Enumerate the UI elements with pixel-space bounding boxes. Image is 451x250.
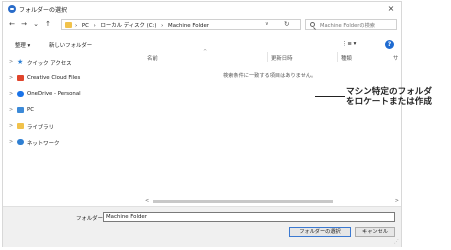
- search-icon: [310, 22, 315, 27]
- breadcrumb: › PC › ローカル ディスク (C:) › Machine Folder: [75, 21, 212, 29]
- dialog-footer: フォルダー: Machine Folder フォルダーの選択 キャンセル ⋰: [3, 206, 401, 247]
- annotation-callout: マシン特定のフォルダ をロケートまたは作成: [346, 87, 451, 107]
- scroll-right-icon[interactable]: >: [395, 198, 399, 204]
- column-header-name[interactable]: 名前: [147, 54, 158, 62]
- back-arrow-icon[interactable]: ←: [7, 19, 17, 29]
- creative-cloud-icon: [17, 75, 24, 81]
- chevron-right-icon[interactable]: >: [9, 107, 13, 113]
- refresh-icon[interactable]: ↻: [284, 20, 289, 28]
- chevron-right-icon[interactable]: >: [9, 59, 13, 65]
- empty-message: 検索条件に一致する項目はありません。: [223, 73, 317, 79]
- navigation-pane: > ★ クイック アクセス > Creative Cloud Files > O…: [3, 56, 138, 196]
- organize-button[interactable]: 整理 ▾: [15, 41, 30, 49]
- new-folder-button[interactable]: 新しいフォルダー: [49, 41, 92, 49]
- cancel-button[interactable]: キャンセル: [355, 227, 395, 237]
- folder-field-label: フォルダー:: [76, 216, 105, 222]
- breadcrumb-machine-folder[interactable]: Machine Folder: [168, 23, 209, 29]
- breadcrumb-pc[interactable]: PC: [82, 23, 89, 29]
- library-icon: [17, 123, 24, 129]
- network-icon: [17, 139, 24, 145]
- window-title: フォルダーの選択: [19, 7, 68, 14]
- chevron-right-icon[interactable]: >: [9, 123, 13, 129]
- chevron-right-icon[interactable]: >: [9, 75, 13, 81]
- column-header-type[interactable]: 種類: [341, 54, 352, 62]
- select-folder-button[interactable]: フォルダーの選択: [289, 227, 351, 237]
- title-bar: フォルダーの選択 ×: [3, 2, 401, 16]
- folder-icon: [65, 22, 72, 28]
- sidebar-item-label: クイック アクセス: [27, 61, 72, 67]
- sidebar-item-label: Creative Cloud Files: [27, 75, 81, 81]
- sidebar-item-label: ネットワーク: [27, 141, 60, 147]
- column-header-date-modified[interactable]: 更新日時: [271, 54, 293, 62]
- sidebar-item-label: ライブラリ: [27, 125, 54, 131]
- breadcrumb-local-disk[interactable]: ローカル ディスク (C:): [100, 23, 156, 29]
- up-arrow-icon[interactable]: ↑: [43, 19, 53, 29]
- chevron-right-icon[interactable]: >: [9, 91, 13, 97]
- chevron-down-icon[interactable]: ∨: [265, 21, 269, 27]
- recent-locations-icon[interactable]: ⌄: [31, 19, 41, 29]
- column-divider[interactable]: [337, 52, 338, 62]
- forward-arrow-icon[interactable]: →: [19, 19, 29, 29]
- resize-grip-icon[interactable]: ⋰: [394, 239, 399, 245]
- scrollbar-thumb[interactable]: [153, 200, 333, 203]
- help-icon[interactable]: ?: [385, 40, 394, 49]
- column-divider[interactable]: [267, 52, 268, 62]
- breadcrumb-separator: ›: [161, 23, 164, 29]
- star-icon: ★: [17, 58, 24, 66]
- search-placeholder: Machine Folderの検索: [320, 23, 375, 29]
- view-options-button[interactable]: ⋮≡ ▾: [342, 41, 356, 47]
- annotation-leader-line: [315, 96, 345, 97]
- breadcrumb-separator: ›: [75, 23, 78, 29]
- app-icon: [8, 5, 16, 13]
- file-list: 名前 ^ 更新日時 種類 サ 検索条件に一致する項目はありません。: [143, 49, 401, 195]
- breadcrumb-separator: ›: [93, 23, 96, 29]
- folder-select-dialog: フォルダーの選択 × ← → ⌄ ↑ › PC › ローカル ディスク (C:)…: [2, 1, 402, 247]
- annotation-line-2: をロケートまたは作成: [346, 97, 432, 107]
- address-bar[interactable]: › PC › ローカル ディスク (C:) › Machine Folder ∨…: [61, 19, 301, 30]
- column-header-size[interactable]: サ: [393, 54, 398, 62]
- folder-field[interactable]: Machine Folder: [103, 212, 395, 222]
- chevron-right-icon[interactable]: >: [9, 139, 13, 145]
- search-input[interactable]: Machine Folderの検索: [305, 19, 397, 30]
- toolbar: 整理 ▾ 新しいフォルダー ⋮≡ ▾ ?: [3, 39, 401, 51]
- cloud-icon: [17, 91, 24, 97]
- sort-indicator-icon: ^: [203, 49, 208, 55]
- sidebar-item-label: OneDrive - Personal: [27, 91, 81, 97]
- pc-icon: [17, 107, 24, 113]
- sidebar-item-label: PC: [27, 107, 35, 113]
- scroll-left-icon[interactable]: <: [145, 198, 149, 204]
- address-row: ← → ⌄ ↑ › PC › ローカル ディスク (C:) › Machine …: [3, 18, 401, 32]
- close-button[interactable]: ×: [385, 3, 397, 15]
- horizontal-scrollbar[interactable]: < >: [143, 197, 401, 206]
- annotation-line-1: マシン特定のフォルダ: [346, 87, 432, 97]
